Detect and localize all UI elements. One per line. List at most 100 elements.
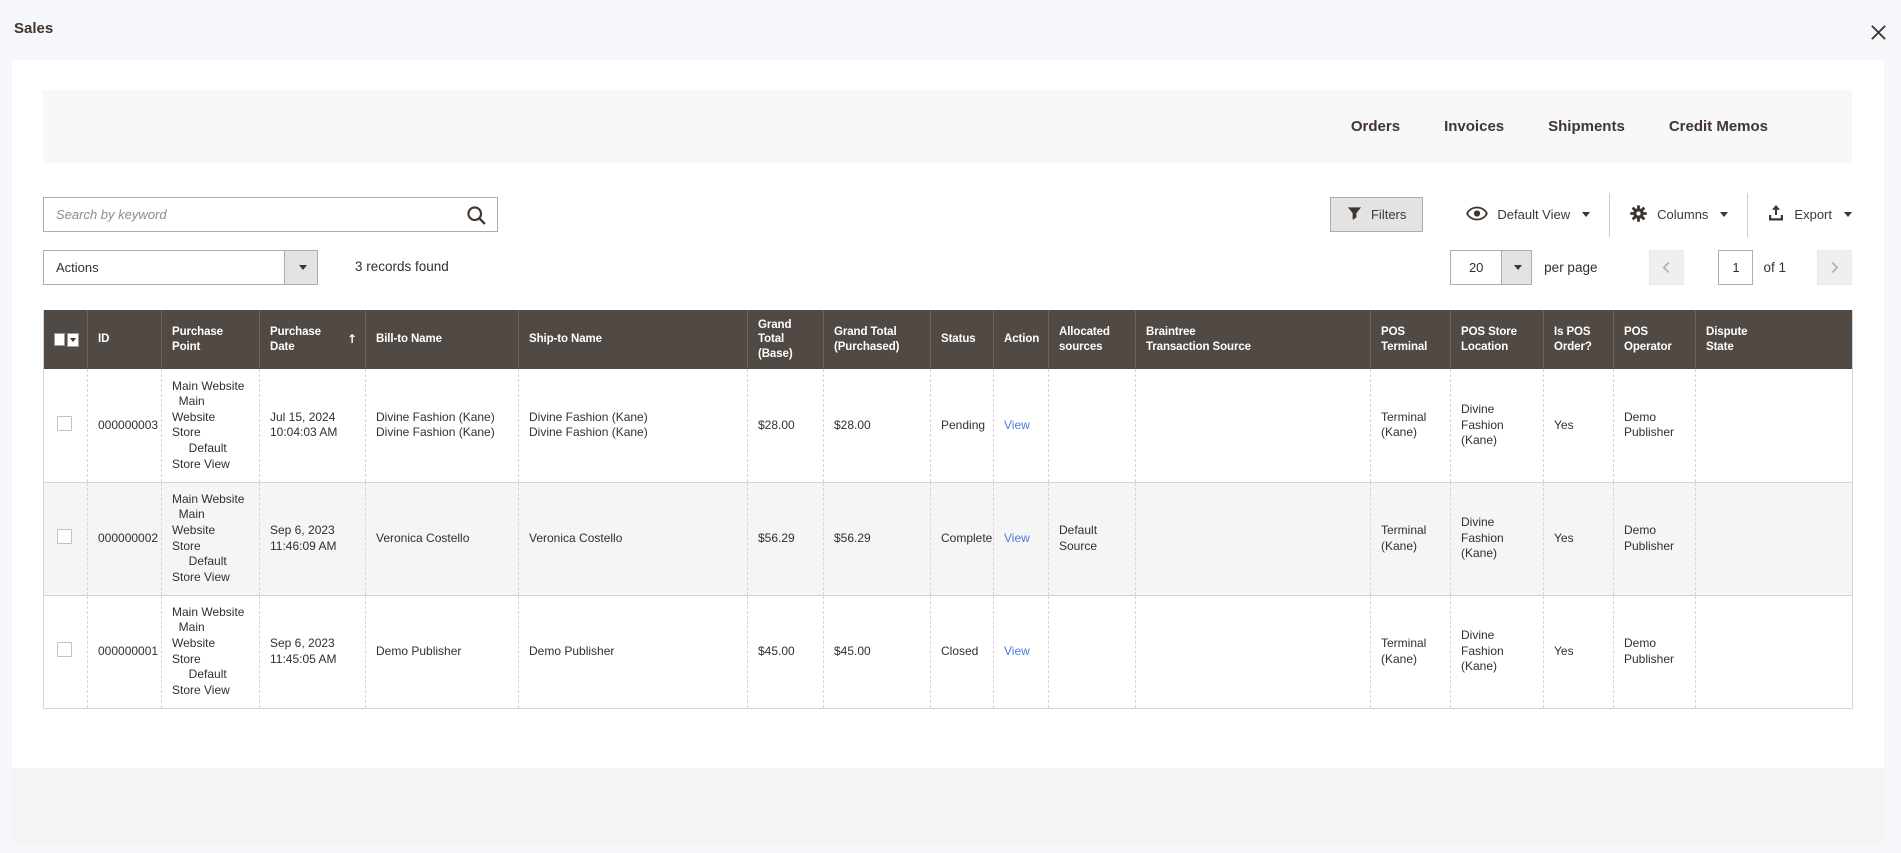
cell-value: Complete bbox=[941, 530, 993, 545]
cell-value: Terminal (Kane) bbox=[1381, 409, 1427, 440]
columns-button-label: Columns bbox=[1657, 207, 1709, 222]
column-label: Bill-to Name bbox=[376, 333, 442, 346]
cell-value: $28.00 bbox=[758, 417, 795, 432]
cell-value: Sep 6, 2023 11:45:05 AM bbox=[270, 636, 337, 666]
row-checkbox[interactable] bbox=[57, 415, 72, 431]
export-button[interactable]: Export bbox=[1748, 197, 1852, 232]
col-is_pos_order[interactable]: Is POS Order? bbox=[1543, 310, 1614, 370]
col-grand_total_purchased[interactable]: Grand Total (Purchased) bbox=[823, 310, 931, 370]
columns-button[interactable]: Columns bbox=[1610, 197, 1747, 232]
cell-value: $28.00 bbox=[834, 417, 871, 432]
cell-value: Yes bbox=[1554, 643, 1574, 658]
page-size-caret[interactable] bbox=[1501, 251, 1532, 284]
chevron-down-icon bbox=[1514, 265, 1523, 270]
select-all-options-button[interactable] bbox=[66, 332, 79, 347]
next-page-button[interactable] bbox=[1817, 250, 1852, 285]
tab-shipments[interactable]: Shipments bbox=[1548, 118, 1625, 135]
cell-dispute_state bbox=[1695, 595, 1853, 709]
col-dispute_state[interactable]: Dispute State bbox=[1695, 310, 1853, 370]
prev-page-button[interactable] bbox=[1649, 250, 1685, 285]
cell-dispute_state bbox=[1695, 482, 1853, 596]
col-braintree_transaction_source[interactable]: Braintree Transaction Source bbox=[1135, 310, 1371, 370]
col-action[interactable]: Action bbox=[993, 310, 1049, 370]
col-ship_to[interactable]: Ship-to Name bbox=[518, 310, 748, 370]
view-bookmarks-button[interactable]: Default View bbox=[1447, 197, 1609, 232]
search-icon[interactable] bbox=[466, 205, 487, 231]
col-pos_store_location[interactable]: POS Store Location bbox=[1450, 310, 1544, 370]
cell-is_pos_order: Yes bbox=[1543, 595, 1614, 709]
cell-pos_terminal: Terminal (Kane) bbox=[1370, 595, 1451, 709]
cell-value: Veronica Costello bbox=[529, 530, 623, 545]
actions-select[interactable]: Actions bbox=[43, 250, 318, 285]
row-checkbox[interactable] bbox=[57, 641, 72, 657]
tab-invoices[interactable]: Invoices bbox=[1444, 118, 1504, 135]
col-grand_total_base[interactable]: Grand Total (Base) bbox=[747, 310, 824, 370]
cell-value: Demo Publisher bbox=[529, 643, 615, 658]
cell-ship_to: Divine Fashion (Kane) Divine Fashion (Ka… bbox=[518, 369, 748, 483]
eye-icon bbox=[1466, 206, 1489, 224]
select-all-checkbox[interactable] bbox=[54, 333, 65, 347]
cell-grand_total_base: $28.00 bbox=[747, 369, 824, 483]
content-panel: Orders Invoices Shipments Credit Memos Filt… bbox=[12, 60, 1884, 768]
cell-braintree_transaction_source bbox=[1135, 595, 1371, 709]
view-order-link[interactable]: View bbox=[1004, 531, 1030, 545]
search-box bbox=[43, 197, 498, 232]
row-checkbox[interactable] bbox=[57, 528, 72, 544]
cell-value: Yes bbox=[1554, 530, 1574, 545]
page-size-select[interactable]: 20 bbox=[1450, 250, 1533, 285]
col-id[interactable]: ID bbox=[87, 310, 162, 370]
cell-status: Closed bbox=[930, 595, 994, 709]
tab-orders[interactable]: Orders bbox=[1351, 118, 1400, 135]
chevron-left-icon bbox=[1663, 262, 1670, 273]
cell-value: 000000003 bbox=[98, 417, 159, 432]
col-purchase_point[interactable]: Purchase Point bbox=[161, 310, 260, 370]
cell-purchase_point: Main Website Main Website Store Default … bbox=[161, 369, 260, 483]
cell-value: $56.29 bbox=[834, 530, 871, 545]
cell-ship_to: Demo Publisher bbox=[518, 595, 748, 709]
orders-grid: ID Purchase Point Purchase Date ↑ Bill-to Na… bbox=[43, 310, 1853, 709]
export-icon bbox=[1767, 204, 1785, 225]
cell-pos_store_location: Divine Fashion (Kane) bbox=[1450, 369, 1544, 483]
modal-footer bbox=[12, 768, 1884, 843]
cell-value: Demo Publisher bbox=[1624, 523, 1675, 553]
cell-value: Divine Fashion (Kane) bbox=[1461, 401, 1504, 448]
cell-value: 000000002 bbox=[98, 530, 159, 545]
search-input[interactable] bbox=[44, 198, 497, 231]
cell-value: Veronica Costello bbox=[376, 530, 470, 545]
column-label: POS Operator bbox=[1624, 326, 1672, 353]
cell-bill_to: Demo Publisher bbox=[365, 595, 519, 709]
cell-grand_total_base: $45.00 bbox=[747, 595, 824, 709]
current-page-input[interactable] bbox=[1718, 250, 1754, 285]
cell-value: Terminal (Kane) bbox=[1381, 523, 1427, 553]
cell-pos_store_location: Divine Fashion (Kane) bbox=[1450, 595, 1544, 709]
col-status[interactable]: Status bbox=[930, 310, 994, 370]
cell-bill_to: Veronica Costello bbox=[365, 482, 519, 596]
column-label: Status bbox=[941, 333, 976, 346]
view-order-link[interactable]: View bbox=[1004, 418, 1030, 432]
col-pos_terminal[interactable]: POS Terminal bbox=[1370, 310, 1451, 370]
filter-funnel-icon bbox=[1347, 206, 1362, 224]
table-row: 000000001 Main Website Main Website Store… bbox=[43, 595, 1853, 709]
col-pos_operator[interactable]: POS Operator bbox=[1613, 310, 1696, 370]
view-order-link[interactable]: View bbox=[1004, 644, 1030, 658]
cell-value: $56.29 bbox=[758, 530, 795, 545]
cell-purchase_point: Main Website Main Website Store Default … bbox=[161, 482, 260, 596]
cell-value: Demo Publisher bbox=[376, 643, 462, 658]
cell-value: Divine Fashion (Kane) Divine Fashion (Ka… bbox=[529, 409, 648, 440]
table-row: 000000002 Main Website Main Website Store… bbox=[43, 482, 1853, 596]
grid-header: ID Purchase Point Purchase Date ↑ Bill-to Na… bbox=[43, 310, 1853, 370]
col-checkbox bbox=[43, 310, 88, 370]
tab-credit-memos[interactable]: Credit Memos bbox=[1669, 118, 1768, 135]
cell-pos_operator: Demo Publisher bbox=[1613, 595, 1696, 709]
actions-select-caret[interactable] bbox=[284, 251, 317, 284]
col-purchase_date[interactable]: Purchase Date ↑ bbox=[259, 310, 366, 370]
filters-button[interactable]: Filters bbox=[1329, 197, 1424, 232]
grid-toolbar: Filters Default View Columns Export bbox=[1329, 192, 1852, 237]
cell-allocated_sources bbox=[1048, 369, 1136, 483]
close-button[interactable] bbox=[1867, 21, 1889, 43]
records-found-text: 3 records found bbox=[355, 259, 449, 274]
cell-allocated_sources: Default Source bbox=[1048, 482, 1136, 596]
col-allocated_sources[interactable]: Allocated sources bbox=[1048, 310, 1136, 370]
column-label: Dispute State bbox=[1706, 326, 1748, 353]
col-bill_to[interactable]: Bill-to Name bbox=[365, 310, 519, 370]
